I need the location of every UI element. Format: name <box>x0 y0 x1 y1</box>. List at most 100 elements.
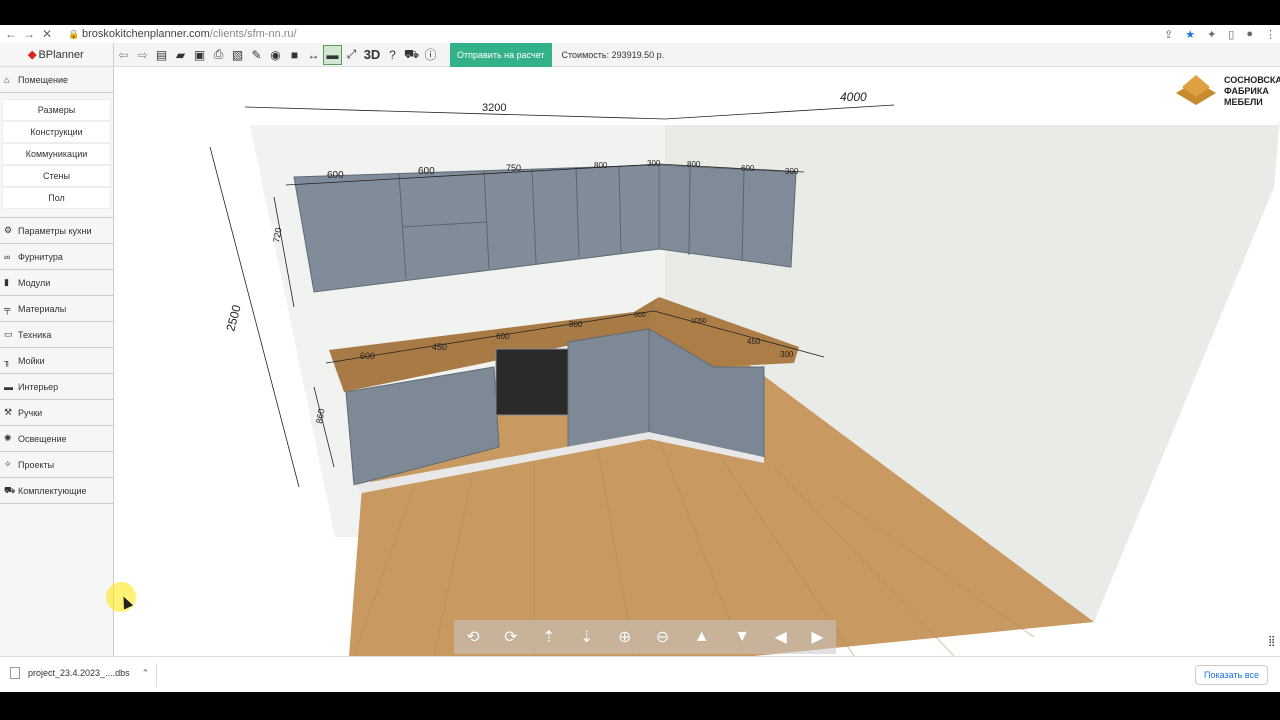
camera-controls: ⟲ ⟳ ⇡ ⇣ ⊕ ⊖ ▲ ▼ ◀ ▶ <box>454 620 836 654</box>
dim-wall-right: 4000 <box>840 90 867 104</box>
room-sub-floor[interactable]: Пол <box>2 187 111 209</box>
upper-cabinets-right <box>658 164 797 268</box>
sidebar-item-label: Фурнитура <box>18 251 63 262</box>
hammer-icon: ⚒ <box>4 407 13 417</box>
download-item[interactable]: project_23.4.2023_....dbs ⌃ <box>10 667 149 679</box>
room-sub-sizes[interactable]: Размеры <box>2 99 111 121</box>
extensions-icon[interactable]: ✦ <box>1207 28 1216 41</box>
url-text[interactable]: broskokitchenplanner.com/clients/sfm-nn.… <box>82 28 297 40</box>
3d-viewport[interactable]: 3200 4000 2500 720 860 600 600 750 800 3… <box>114 67 1280 656</box>
dim-height: 2500 <box>223 303 244 333</box>
kitchen-scene[interactable]: 3200 4000 2500 720 860 600 600 750 800 3… <box>114 67 1280 656</box>
dim-upper-1: 600 <box>327 170 344 181</box>
planner-app: ◆ BPlanner ⌂ Помещение Размеры Конструкции… <box>0 42 1280 656</box>
sidebar-item-room[interactable]: ⌂ Помещение <box>0 67 113 93</box>
sidebar-item-label: Ручки <box>18 407 43 418</box>
url-path: /clients/sfm-nn.ru/ <box>209 28 297 40</box>
sidebar-item-interior[interactable]: ▬ Интерьер <box>0 374 113 400</box>
profile-icon[interactable]: ● <box>1246 28 1253 40</box>
rotate-right-icon[interactable]: ⟳ <box>504 627 517 647</box>
bulb-icon: ✺ <box>4 433 12 443</box>
room-sub-communications[interactable]: Коммуникации <box>2 143 111 165</box>
sidebar-item-sinks[interactable]: ╖ Мойки <box>0 348 113 374</box>
zoom-out-icon[interactable]: ⊖ <box>656 627 669 647</box>
arrow-down-icon[interactable]: ▼ <box>734 628 750 646</box>
dim-upper-r1: 800 <box>687 160 701 169</box>
dimensions-icon[interactable]: ↔ <box>304 45 323 65</box>
cost-label: Стоимость: 293919.50 р. <box>561 49 665 60</box>
sidebar-item-label: Мойки <box>18 355 45 366</box>
3d-view-button[interactable]: 3D <box>361 47 383 62</box>
room-sub-constructions[interactable]: Конструкции <box>2 121 111 143</box>
menu-icon[interactable]: ⋮ <box>1265 28 1276 41</box>
sidebar-item-materials[interactable]: ╤ Материалы <box>0 296 113 322</box>
dim-upper-2: 600 <box>418 166 435 177</box>
wand-icon: ✧ <box>4 459 12 469</box>
tilt-down-icon[interactable]: ⇣ <box>580 627 593 647</box>
fullscreen-icon[interactable]: ⤢ <box>342 45 361 65</box>
sidebar-item-handles[interactable]: ⚒ Ручки <box>0 400 113 426</box>
eye-icon[interactable]: ◉ <box>266 45 285 65</box>
arrow-up-icon[interactable]: ▲ <box>694 628 710 646</box>
app-logo[interactable]: ◆ BPlanner <box>0 43 113 67</box>
sidebar-item-label: Освещение <box>18 433 67 444</box>
sidebar-item-kitchen-params[interactable]: ⚙ Параметры кухни <box>0 218 113 244</box>
screen: ← → ✕ 🔒 broskokitchenplanner.com/clients… <box>0 0 1280 720</box>
help-icon[interactable]: ? <box>383 45 402 65</box>
stop-icon[interactable]: ✕ <box>40 27 54 41</box>
sidebar-item-fittings[interactable]: ∞ Фурнитура <box>0 244 113 270</box>
send-for-quote-button[interactable]: Отправить на расчет <box>450 42 552 67</box>
tilt-up-icon[interactable]: ⇡ <box>542 627 555 647</box>
sidepanel-icon[interactable]: ▯ <box>1228 28 1234 41</box>
sidebar-item-lighting[interactable]: ✺ Освещение <box>0 426 113 452</box>
dim-lower-3: 600 <box>496 332 510 341</box>
sink-icon: ╖ <box>4 355 11 366</box>
sidebar-item-modules[interactable]: ▮ Модули <box>0 270 113 296</box>
dim-upper-r3: 300 <box>785 167 799 176</box>
share-icon[interactable]: ⇪ <box>1164 28 1173 41</box>
info-icon[interactable]: ⓘ <box>421 45 440 65</box>
print-icon[interactable]: ⎙ <box>209 45 228 65</box>
redo-icon[interactable]: ⇨ <box>133 45 152 65</box>
logo-text: BPlanner <box>38 48 84 61</box>
comment-icon[interactable]: ▬ <box>323 44 342 65</box>
forward-icon[interactable]: → <box>22 27 36 41</box>
brush-icon: ╤ <box>4 303 11 314</box>
sidebar-item-label: Комплектующие <box>18 485 87 496</box>
sidebar-item-projects[interactable]: ✧ Проекты <box>0 452 113 478</box>
room-submenu: Размеры Конструкции Коммуникации Стены П… <box>0 93 113 218</box>
cart-icon[interactable]: ⛟ <box>402 45 421 65</box>
link-icon: ∞ <box>4 251 11 262</box>
back-icon[interactable]: ← <box>4 27 18 41</box>
dim-lower-2: 450 <box>432 342 447 352</box>
dim-lower-1: 600 <box>360 351 375 361</box>
grid-handle-icon[interactable]: ⣿ <box>1268 636 1278 650</box>
company-line-1: СОСНОВСКА <box>1224 74 1280 85</box>
zoom-in-icon[interactable]: ⊕ <box>618 627 631 647</box>
logo-icon: ◆ <box>28 49 37 61</box>
image-icon[interactable]: ▧ <box>228 45 247 65</box>
chevron-up-icon[interactable]: ⌃ <box>142 668 150 679</box>
pencil-icon[interactable]: ✎ <box>247 45 266 65</box>
sidebar-item-label: Модули <box>18 277 51 288</box>
lock-icon[interactable]: 🔒 <box>68 29 79 40</box>
dim-upper-3: 750 <box>506 163 521 173</box>
rotate-left-icon[interactable]: ⟲ <box>466 627 479 647</box>
camera-icon[interactable]: ■ <box>285 45 304 65</box>
save-icon[interactable]: ▣ <box>190 45 209 65</box>
gear-icon: ⚙ <box>4 225 13 235</box>
arrow-left-icon[interactable]: ◀ <box>775 627 787 647</box>
room-sub-walls[interactable]: Стены <box>2 165 111 187</box>
arrow-right-icon[interactable]: ▶ <box>811 627 823 647</box>
sidebar-item-components[interactable]: ⛟ Комплектующие <box>0 478 113 504</box>
dim-lower-5: 600 <box>634 312 646 319</box>
sidebar-item-appliances[interactable]: ▭ Техника <box>0 322 113 348</box>
download-divider <box>156 663 157 687</box>
url-host: broskokitchenplanner.com <box>82 28 210 40</box>
open-folder-icon[interactable]: ▰ <box>171 45 190 65</box>
show-all-button[interactable]: Показать все <box>1195 665 1268 685</box>
undo-icon[interactable]: ⇦ <box>114 45 133 65</box>
dim-upper-5: 300 <box>647 159 661 168</box>
new-file-icon[interactable]: ▤ <box>152 45 171 65</box>
bookmark-star-icon[interactable]: ★ <box>1185 28 1195 41</box>
